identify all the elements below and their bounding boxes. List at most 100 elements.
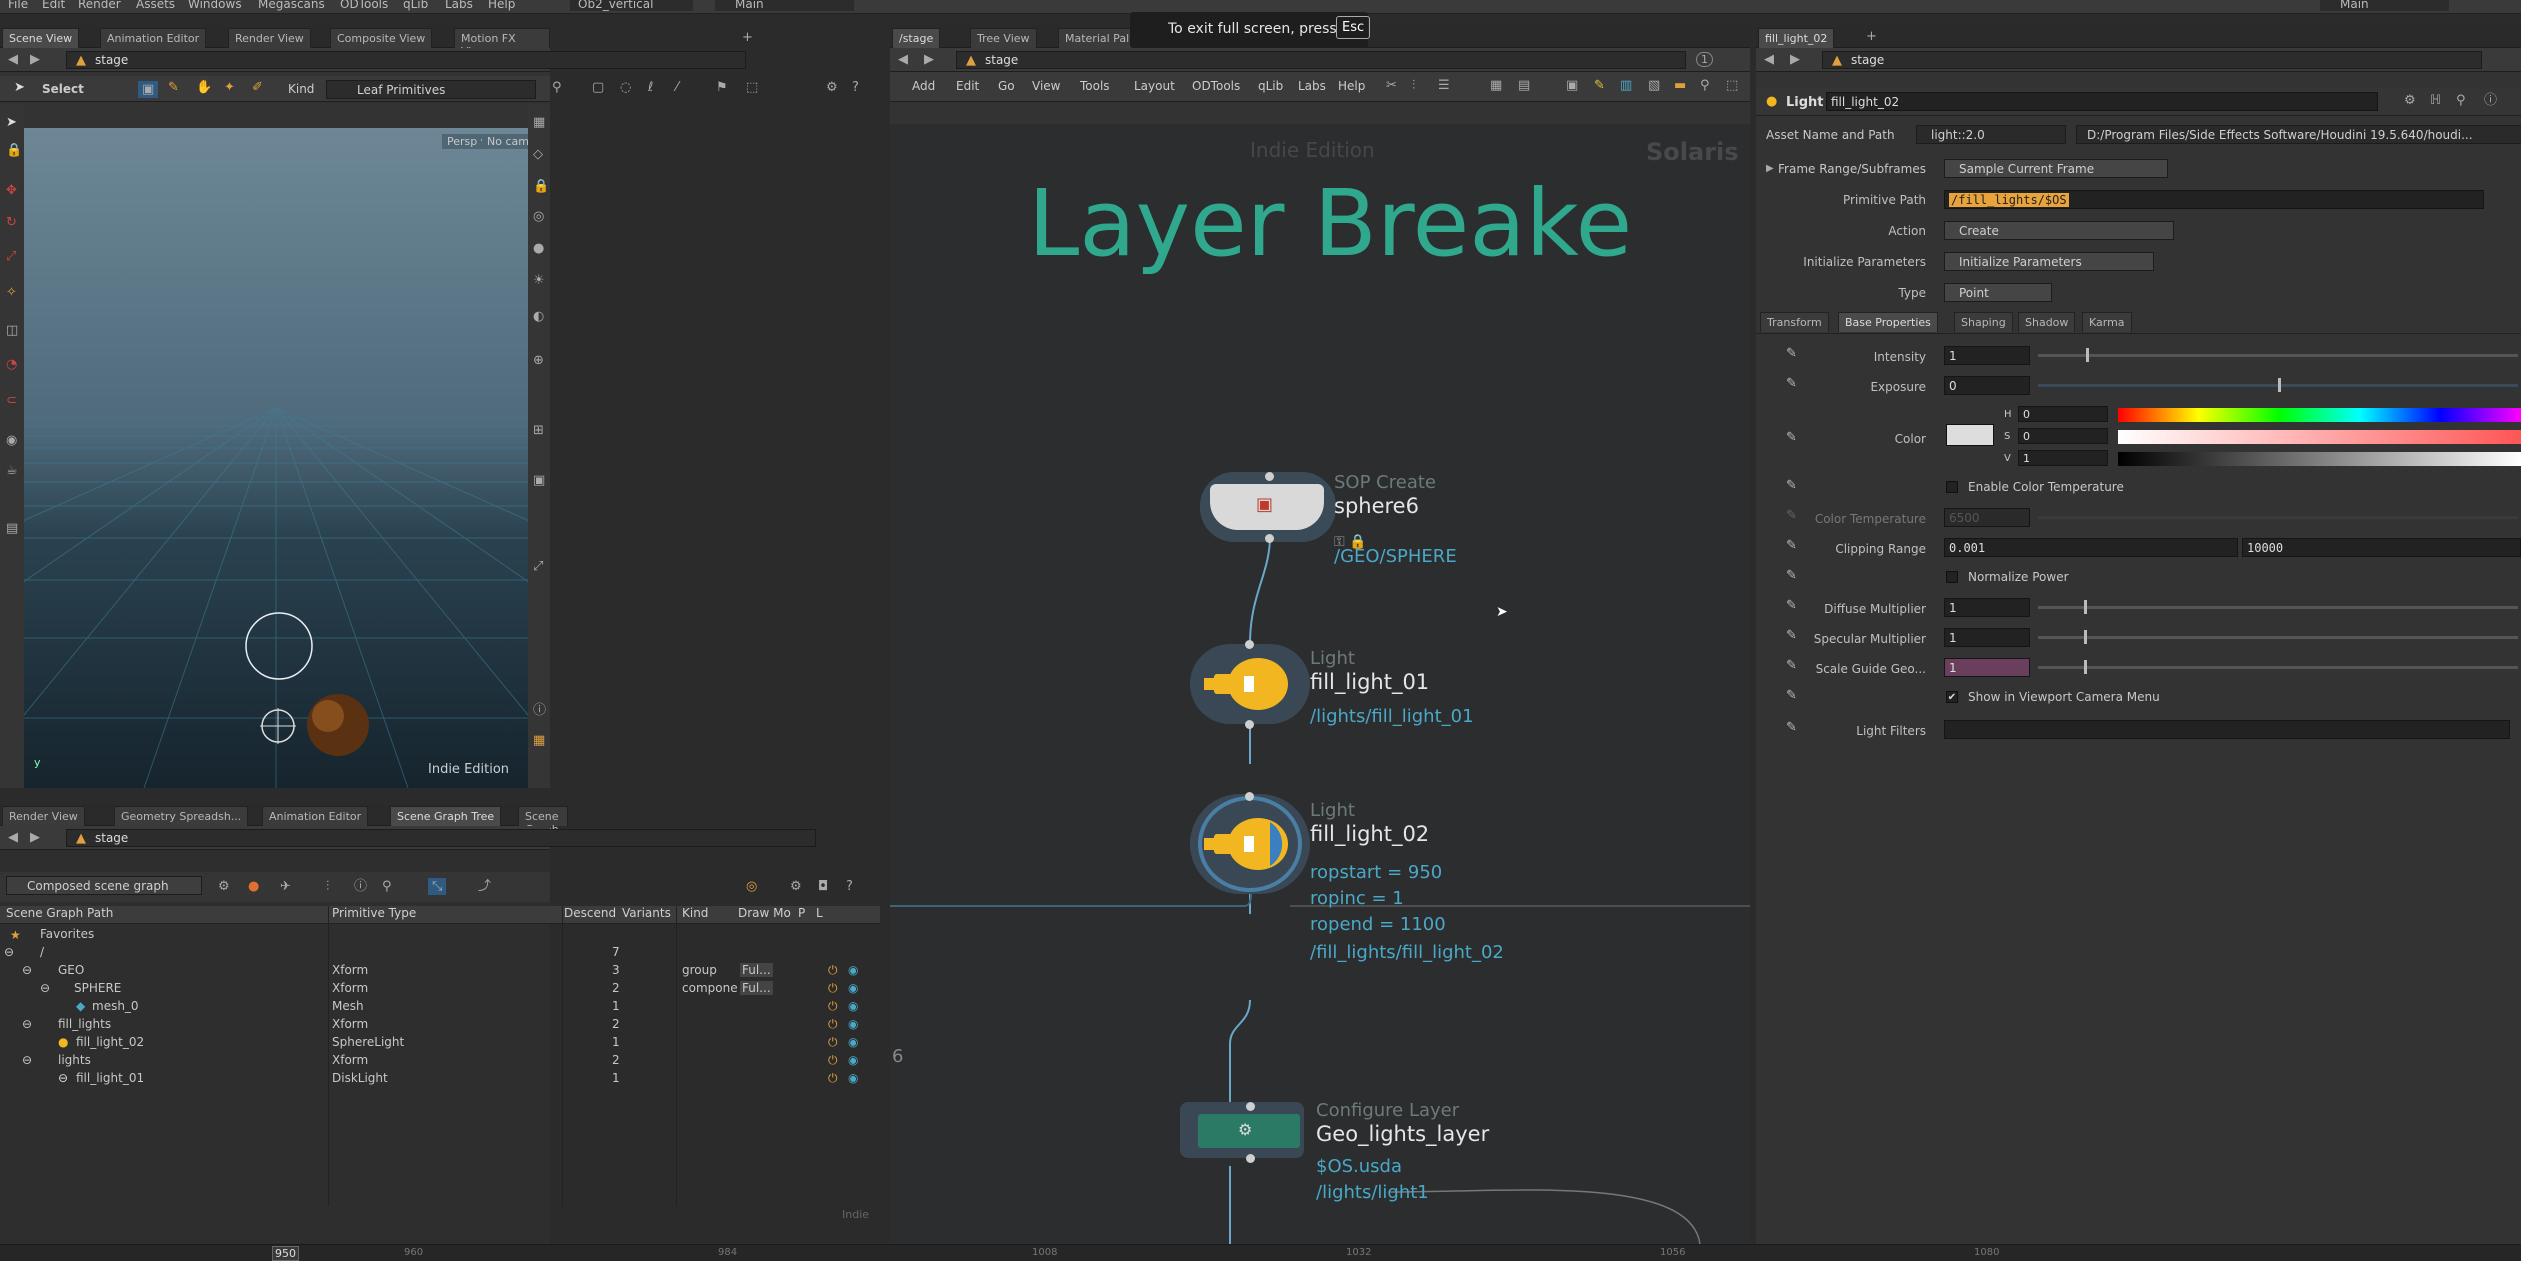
network-path-field[interactable]: stage	[66, 829, 816, 847]
col-descend[interactable]: Descend	[564, 906, 616, 920]
specular-slider[interactable]	[2038, 636, 2518, 639]
expand-icon[interactable]: ⊖	[40, 981, 50, 995]
forward-arrow-icon[interactable]: ▶	[1790, 53, 1800, 66]
output-connector[interactable]	[1246, 1154, 1255, 1163]
rotate-tool-icon[interactable]: ↻	[6, 216, 17, 229]
gear-icon[interactable]: ⚙	[2404, 94, 2416, 107]
output-connector[interactable]	[1265, 534, 1274, 543]
visibility-icon[interactable]: ◉	[848, 981, 858, 995]
net-menu-labs[interactable]: Labs	[1298, 79, 1326, 93]
pose-tool-icon[interactable]: ✧	[6, 286, 17, 299]
gear-icon[interactable]: ⚙	[790, 880, 802, 893]
lasso-icon[interactable]: ◌	[620, 81, 631, 94]
menu-windows[interactable]: Windows	[188, 0, 242, 11]
light-bulb-icon[interactable]	[1200, 654, 1300, 714]
grid-view-icon[interactable]: ▦	[1490, 79, 1502, 92]
forward-arrow-icon[interactable]: ▶	[924, 53, 934, 66]
view-tool-icon[interactable]: ◉	[6, 434, 17, 447]
scale-guide-slider-knob[interactable]	[2084, 660, 2087, 674]
diffuse-slider-knob[interactable]	[2084, 600, 2087, 614]
asset-path-field[interactable]: D:/Program Files/Side Effects Software/H…	[2076, 125, 2521, 144]
camera-menu[interactable]: No cam ▾	[482, 134, 528, 149]
power-icon[interactable]: ⏻	[828, 1035, 838, 1050]
tab-animation-editor-2[interactable]: Animation Editor	[262, 806, 369, 826]
expand-icon[interactable]: ⊖	[22, 963, 32, 977]
net-menu-qlib[interactable]: qLib	[1258, 79, 1283, 93]
col-l[interactable]: L	[816, 906, 823, 920]
camera-icon[interactable]: ◘	[818, 880, 828, 893]
tab-geometry-spreadsheet[interactable]: Geometry Spreadsh...	[114, 806, 249, 826]
lock-icon[interactable]: 🔒	[6, 144, 22, 157]
tab-transform[interactable]: Transform	[1760, 312, 1829, 332]
output-connector[interactable]	[1245, 720, 1254, 729]
menu-help[interactable]: Help	[488, 0, 515, 11]
brush-icon[interactable]: ✎	[168, 81, 179, 94]
net-menu-go[interactable]: Go	[998, 79, 1015, 93]
show-camera-menu-checkbox[interactable]: ✔	[1946, 691, 1958, 703]
tab-composite-view[interactable]: Composite View	[330, 28, 433, 48]
select-geometry-icon[interactable]: ▣	[138, 81, 159, 98]
brush-select-icon[interactable]: ℓ	[648, 81, 653, 94]
tree-row-lights[interactable]: ⊖ lights Xform 2 ⏻ ◉	[0, 1052, 880, 1070]
input-connector[interactable]	[1245, 792, 1254, 801]
expand-icon[interactable]: ⚙	[218, 880, 230, 893]
quickmark-icon[interactable]: 1	[1696, 52, 1713, 67]
value-field[interactable]: 1	[2018, 450, 2108, 466]
node-name[interactable]: fill_light_02	[1310, 822, 1429, 846]
info-icon[interactable]: ⓘ	[533, 704, 546, 717]
point-icon[interactable]: ✦	[224, 81, 235, 94]
tab-shaping[interactable]: Shaping	[1954, 312, 2013, 332]
visibility-icon[interactable]: ◉	[848, 1053, 858, 1067]
lock-camera-icon[interactable]: 🔒	[533, 180, 549, 193]
pick-icon[interactable]: ⚑	[716, 81, 728, 94]
scale-tool-icon[interactable]: ⤢	[6, 250, 16, 263]
help-icon[interactable]: ?	[852, 81, 859, 94]
snap-icon[interactable]: ⬚	[746, 81, 758, 94]
tab-karma[interactable]: Karma	[2082, 312, 2132, 332]
light-filters-field[interactable]	[1944, 720, 2510, 739]
help-book-icon[interactable]: ℍ	[2430, 94, 2441, 107]
node-name[interactable]: sphere6	[1334, 494, 1419, 518]
context-selector[interactable]: Main	[715, 0, 854, 11]
tree-row-root[interactable]: ⊖ / 7	[0, 944, 880, 962]
col-kind[interactable]: Kind	[682, 906, 708, 920]
frame-icon[interactable]: ⬚	[1726, 79, 1738, 92]
net-menu-view[interactable]: View	[1032, 79, 1060, 93]
wrench-icon[interactable]: ✂	[1386, 79, 1397, 92]
specular-field[interactable]: 1	[1944, 628, 2030, 647]
diffuse-field[interactable]: 1	[1944, 598, 2030, 617]
magnet-icon[interactable]: ⊂	[6, 394, 17, 407]
pin-icon[interactable]: ⊕	[533, 354, 544, 367]
select-tool-icon[interactable]: ➤	[6, 116, 17, 129]
node-name-field[interactable]: fill_light_02	[1826, 92, 2378, 111]
tree-row-fill-light-01[interactable]: ⊖ fill_light_01 DiskLight 1 ⏻ ◉	[0, 1070, 880, 1088]
move-tool-icon[interactable]: ✥	[6, 184, 17, 197]
enable-color-temp-checkbox[interactable]	[1946, 481, 1958, 493]
collapse-icon[interactable]: ●	[248, 880, 259, 893]
expand-icon[interactable]: ⊖	[22, 1017, 32, 1031]
clip-far-field[interactable]: 10000	[2242, 538, 2521, 557]
tab-scene-graph-tree[interactable]: Scene Graph Tree	[390, 806, 502, 826]
camera-tool-icon[interactable]: ◫	[6, 324, 18, 337]
diffuse-slider[interactable]	[2038, 606, 2518, 609]
tab-render-view-2[interactable]: Render View	[2, 806, 85, 826]
right-context-selector[interactable]: Main	[2320, 0, 2449, 11]
zoom-icon[interactable]: ⚲	[1700, 79, 1710, 92]
exposure-slider-knob[interactable]	[2278, 378, 2281, 392]
net-menu-add[interactable]: Add	[912, 79, 935, 93]
render-region-icon[interactable]: ⊞	[533, 424, 544, 437]
power-icon[interactable]: ⏻	[828, 963, 838, 978]
network-box-icon[interactable]: ▥	[1620, 79, 1632, 92]
edit-pen-icon[interactable]: ✎	[1786, 478, 1797, 493]
columns-icon[interactable]: ⫶	[326, 880, 329, 893]
hue-bar[interactable]	[2118, 408, 2521, 422]
col-p[interactable]: P	[798, 906, 805, 920]
render-tool-icon[interactable]: ☕	[6, 464, 18, 477]
node-name[interactable]: Geo_lights_layer	[1316, 1122, 1489, 1146]
saturation-field[interactable]: 0	[2018, 428, 2108, 444]
menu-edit[interactable]: Edit	[42, 0, 65, 11]
net-menu-help[interactable]: Help	[1338, 79, 1365, 93]
visibility-icon[interactable]: ◉	[848, 963, 858, 977]
scene-graph-mode-dropdown[interactable]: Composed scene graph	[6, 876, 202, 895]
paint-icon[interactable]: ✐	[252, 81, 263, 94]
